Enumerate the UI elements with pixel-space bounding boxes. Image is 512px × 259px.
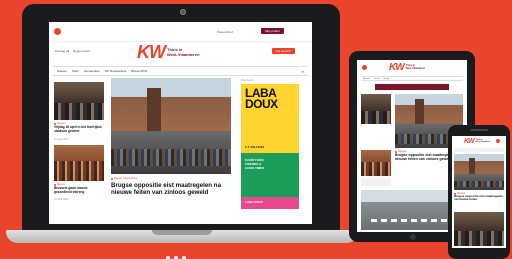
date-link[interactable]: Zondag 24 (55, 49, 69, 53)
article-title-2[interactable]: Brussels gaan nieuwe gezondheid inbreng (54, 186, 106, 194)
newsletter-link[interactable]: Nieuwsbrief (217, 30, 233, 34)
phone-main-image[interactable] (454, 154, 504, 190)
region-link[interactable]: Regio kiezen (73, 49, 90, 53)
nav-item-gemeentes[interactable]: Gemeentes (84, 69, 100, 73)
tablet-tab-3[interactable]: Regio (383, 78, 389, 80)
ad-label: Advertentie (241, 79, 254, 82)
laptop-screen: Nieuwsbrief Mijn profiel Zondag 24 Regio… (49, 22, 312, 224)
laptop-trackpad-notch (152, 230, 212, 235)
nav-item-vip[interactable]: VIP Restaurants (105, 69, 127, 73)
account-button[interactable]: Mijn profiel (261, 28, 284, 34)
main-article-image[interactable] (111, 78, 231, 174)
logo-tagline: Thuis in West-Vlaanderen (167, 48, 199, 56)
tablet-tab-1[interactable]: Nieuws (363, 78, 370, 80)
article-title-1[interactable]: Vrijdag 18 april in het Kortrijkse stadh… (54, 125, 106, 133)
tablet-tab-2[interactable]: Sport (374, 78, 379, 80)
subscribe-button[interactable]: Lid worden (272, 48, 295, 54)
phone-speaker (470, 129, 488, 131)
logo-line-2: West-Vlaanderen (167, 51, 200, 57)
tablet-nav: Nieuws Sport Regio (361, 76, 463, 81)
phone-image-2[interactable] (454, 212, 504, 246)
logo-letters: KW (137, 42, 166, 62)
article-image-1[interactable] (54, 82, 104, 120)
phone-menu-icon[interactable] (496, 139, 500, 143)
ad-pink-section: LABA DOUX (241, 196, 299, 209)
phone-nav (454, 148, 504, 152)
article-meta-1: 12 april 2024 (54, 138, 69, 141)
search-icon[interactable]: ⌕ (302, 69, 304, 74)
tablet-home-button[interactable] (410, 234, 416, 240)
tablet-banner[interactable] (375, 84, 449, 90)
site-logo[interactable]: KW Thuis in West-Vlaanderen (137, 42, 199, 63)
tablet-logo[interactable]: KW Thuis in West-Vlaanderen (389, 62, 425, 73)
ad-banner[interactable]: LABA DOUX 1-7 JULI 2024 GOOD FOOD FRIENDS… (241, 84, 299, 209)
phone-headline[interactable]: Brugse oppositie eist maatregelen na nie… (454, 194, 504, 202)
nav-item-sport[interactable]: Sport (72, 69, 79, 73)
ad-top-section: LABA DOUX 1-7 JULI 2024 (241, 84, 299, 153)
phone-logo[interactable]: KW Thuis in West-Vlaanderen (464, 138, 490, 145)
tablet-menu-icon[interactable] (362, 65, 367, 70)
tablet-image-1[interactable] (361, 94, 391, 124)
carousel-dots[interactable] (166, 247, 206, 259)
main-nav: Nieuws Sport Gemeentes VIP Restaurants B… (53, 66, 308, 76)
main-article-headline[interactable]: Brugse oppositie eist maatregelen na nie… (111, 182, 233, 196)
ad-dates: 1-7 JULI 2024 (245, 144, 265, 149)
webcam (180, 9, 186, 15)
site-header: Nieuwsbrief Mijn profiel (49, 22, 312, 42)
tablet-text-block (361, 178, 391, 186)
article-meta-2: 12 april 2024 (54, 198, 69, 201)
nav-item-nieuws[interactable]: Nieuws (57, 69, 67, 73)
phone-screen: KW Thuis in West-Vlaanderen Nieuws Brugse… (452, 136, 506, 248)
main-article-category: Nieuws | Gemeenten (111, 177, 137, 180)
article-image-2[interactable] (54, 145, 104, 181)
ad-green-section: GOOD FOOD FRIENDS & GOOD TIMES (241, 152, 299, 197)
menu-icon[interactable] (54, 28, 61, 35)
ad-title: LABA DOUX (245, 86, 278, 112)
nav-item-brieven[interactable]: Brieven/KW (131, 69, 147, 73)
tablet-image-2[interactable] (361, 150, 391, 176)
